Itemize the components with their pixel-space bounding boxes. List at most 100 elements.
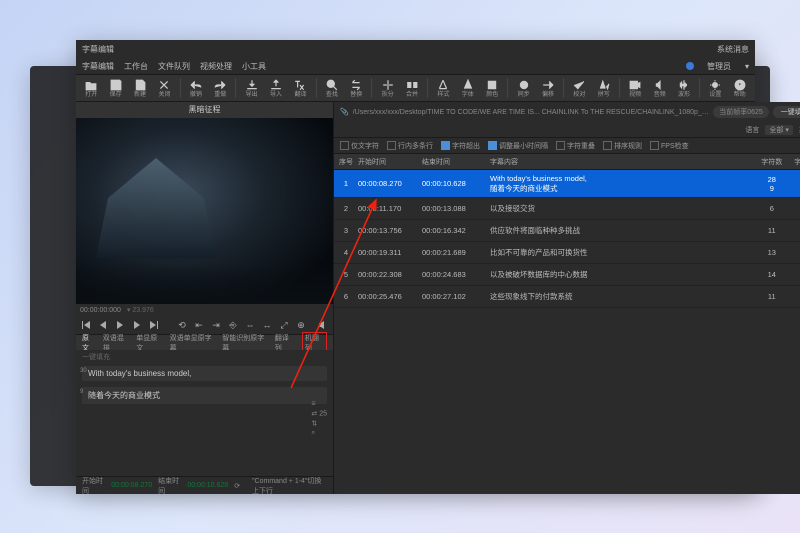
video-preview[interactable]	[76, 118, 333, 304]
play-icon[interactable]	[114, 319, 126, 331]
editor-line[interactable]: 9 随着今天的商业模式	[82, 387, 327, 404]
app-title: 字幕编辑	[82, 44, 114, 55]
save-button[interactable]: 保存	[104, 76, 126, 100]
filter-checkbox[interactable]: 仅文字符	[340, 141, 379, 151]
col-index[interactable]: 序号	[334, 157, 358, 167]
menu-item[interactable]: 工作台	[124, 61, 148, 72]
in-label: 开始时间	[82, 476, 105, 496]
video-button[interactable]: 视频	[624, 76, 646, 100]
new-button[interactable]: 新建	[129, 76, 151, 100]
open-button[interactable]: 打开	[80, 76, 102, 100]
settings-button[interactable]: 设置	[704, 76, 726, 100]
toolbar: 打开保存新建关闭撤销重做导出导入翻译查找替换拆分合并样式字体颜色同步偏移校对拼写…	[76, 74, 755, 102]
filter-checkbox[interactable]: 字符重叠	[556, 141, 595, 151]
avatar[interactable]	[686, 62, 694, 70]
color-button[interactable]: 颜色	[481, 76, 503, 100]
help-button[interactable]: 帮助	[729, 76, 751, 100]
table-row[interactable]: 100:00:08.27000:00:10.628With today's bu…	[334, 170, 800, 198]
system-message-label[interactable]: 系统消息	[717, 44, 749, 55]
file-path: /Users/xxx/xxx/Desktop/TIME TO CODE/WE A…	[353, 109, 709, 116]
find-button[interactable]: 查找	[321, 76, 343, 100]
import-button[interactable]: 导入	[265, 76, 287, 100]
fill-button[interactable]: 一键填充	[773, 106, 800, 118]
spell-button[interactable]: 拼写	[593, 76, 615, 100]
mark-out-icon[interactable]: ⇥	[210, 319, 222, 331]
length-icon[interactable]: ⇄ 25	[311, 410, 327, 418]
shortcut-hint: "Command + 1-4"切换上下行	[252, 476, 327, 496]
editor-side-tools: ≡ ⇄ 25 ⇅ ⌕	[311, 401, 327, 438]
filter-checkbox[interactable]: 排序规则	[603, 141, 642, 151]
table-row[interactable]: 600:00:25.47600:00:27.102这些现象线下的付款系统116	[334, 286, 800, 308]
zoom-icon[interactable]: ⊕	[295, 319, 307, 331]
close-button[interactable]: 关闭	[153, 76, 175, 100]
fps-chip[interactable]: 当前帧率0625	[713, 106, 769, 118]
skip-back-icon[interactable]	[80, 319, 92, 331]
undo-button[interactable]: 撤销	[185, 76, 207, 100]
col-start[interactable]: 开始时间	[358, 157, 422, 167]
transport-bar: ⟲ ⇤ ⇥ ⎆ ⇔ ↔ ⤢ ⊕	[76, 316, 333, 334]
align-icon[interactable]: ≡	[311, 401, 327, 408]
right-panel: 📎 /Users/xxx/xxx/Desktop/TIME TO CODE/WE…	[333, 102, 800, 494]
search-icon[interactable]: ⌕	[311, 430, 327, 438]
attachment-icon[interactable]: 📎	[340, 108, 349, 116]
timecode-row: 00:00:00:000 ▾ 23.976	[76, 304, 333, 316]
sync-icon[interactable]: ⟳	[234, 482, 240, 490]
dropdown-icon[interactable]: ▾	[745, 62, 749, 71]
translate-button[interactable]: 翻译	[289, 76, 311, 100]
audio-button[interactable]: 音频	[648, 76, 670, 100]
redo-button[interactable]: 重做	[209, 76, 231, 100]
options-row: 语言 全部 ▾ 共6条	[334, 122, 800, 138]
waveform-button[interactable]: 波形	[673, 76, 695, 100]
prev-frame-icon[interactable]	[97, 319, 109, 331]
filter-checkbox[interactable]: 字符超出	[441, 141, 480, 151]
stretch-icon[interactable]: ↔	[261, 319, 273, 331]
editor-line[interactable]: 30 With today's business model,	[82, 366, 327, 381]
filter-row: 仅文字符行内多条行字符超出调整最小时间隔字符重叠排序规则 FPS检查	[334, 138, 800, 154]
col-cps[interactable]: 字符/秒	[789, 157, 800, 167]
lang-select[interactable]: 全部 ▾	[765, 125, 792, 135]
split-button[interactable]: 拆分	[376, 76, 398, 100]
menu-item[interactable]: 字幕编辑	[82, 61, 114, 72]
left-status-bar: 开始时间 00:00:08.270 结束时间 00:00:10.628 ⟳ "C…	[76, 476, 333, 494]
file-path-row: 📎 /Users/xxx/xxx/Desktop/TIME TO CODE/WE…	[334, 102, 800, 122]
filter-checkbox[interactable]: FPS检查	[650, 141, 689, 151]
range-icon[interactable]: ⇔	[244, 319, 256, 331]
menu-item[interactable]: 小工具	[242, 61, 266, 72]
style-button[interactable]: 样式	[432, 76, 454, 100]
expand-icon[interactable]: ⤢	[278, 319, 290, 331]
menu-item[interactable]: 视频处理	[200, 61, 232, 72]
replace-button[interactable]: 替换	[345, 76, 367, 100]
col-text[interactable]: 字幕内容	[486, 157, 755, 167]
export-button[interactable]: 导出	[240, 76, 262, 100]
fps-dropdown[interactable]: ▾ 23.976	[127, 306, 154, 314]
next-frame-icon[interactable]	[131, 319, 143, 331]
sync-button[interactable]: 同步	[512, 76, 534, 100]
out-time[interactable]: 00:00:10.628	[187, 482, 228, 489]
skip-fwd-icon[interactable]	[148, 319, 160, 331]
table-row[interactable]: 300:00:13.75600:00:16.342供应软件将面临种种多挑战110	[334, 220, 800, 242]
shift-button[interactable]: 偏移	[537, 76, 559, 100]
subtitle-editor: 30 With today's business model, 9 随着今天的商…	[76, 362, 333, 476]
col-end[interactable]: 结束时间	[422, 157, 486, 167]
volume-icon[interactable]	[317, 319, 329, 331]
user-label[interactable]: 管理员	[707, 61, 731, 72]
check-button[interactable]: 校对	[568, 76, 590, 100]
loop-icon[interactable]: ⟲	[176, 319, 188, 331]
table-row[interactable]: 500:00:22.30800:00:24.683以及被破坏数据库的中心数据14…	[334, 264, 800, 286]
table-row[interactable]: 200:00:11.17000:00:13.088以及接驳交货63	[334, 198, 800, 220]
link-icon[interactable]: ⎆	[227, 319, 239, 331]
merge-button[interactable]: 合并	[401, 76, 423, 100]
main-window: 字幕编辑 系统消息 字幕编辑 工作台 文件队列 视频处理 小工具 管理员 ▾ 打…	[76, 40, 755, 494]
col-chars[interactable]: 字符数	[755, 157, 789, 167]
lang-label: 语言	[745, 125, 759, 135]
menu-item[interactable]: 文件队列	[158, 61, 190, 72]
font-button[interactable]: 字体	[457, 76, 479, 100]
table-header: 序号 开始时间 结束时间 字幕内容 字符数 字符/秒	[334, 154, 800, 170]
in-time[interactable]: 00:00:08.270	[111, 482, 152, 489]
filter-checkbox[interactable]: 调整最小时间隔	[488, 141, 548, 151]
mark-in-icon[interactable]: ⇤	[193, 319, 205, 331]
swap-icon[interactable]: ⇅	[311, 420, 327, 428]
left-tabs: 原文双语混排单显原文双语单显原字幕智能识别原字幕翻译列机翻列	[76, 334, 333, 350]
filter-checkbox[interactable]: 行内多条行	[387, 141, 433, 151]
table-row[interactable]: 400:00:19.31100:00:21.689比如不可靠的产品和可换货性13…	[334, 242, 800, 264]
